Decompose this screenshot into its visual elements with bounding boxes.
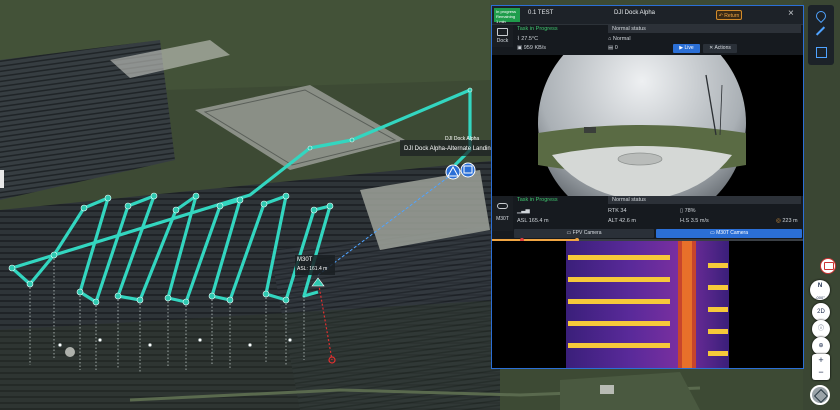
drone-device-label: M30T [496,216,509,222]
network-icon: ▣ [517,45,524,51]
device-panel: In progress Remaining 1 min 0.1 TEST DJI… [491,5,804,369]
battery-level: ▯ 78% [680,208,696,214]
alt-altitude: ALT 42.6 m [608,218,636,224]
view-2d-button[interactable]: 2D [812,303,830,321]
close-button[interactable]: × [788,8,794,20]
compass-north: N [817,283,823,289]
task-status-tag[interactable]: In progress Remaining 1 min [494,8,520,24]
annotation-button[interactable] [820,258,836,274]
dock-device-tile[interactable]: Dock [492,25,513,47]
distance-value: ◎ 223 m [776,218,798,224]
rtk-value: RTK 34 [608,208,627,214]
info-icon[interactable]: ⓘ [812,320,830,338]
dock-task-status: Task in Progress [517,26,558,32]
ruler-icon[interactable] [815,26,826,36]
dock-icon [497,28,508,36]
locate-icon[interactable]: ⊕ [812,337,830,355]
layers-button[interactable] [810,385,830,405]
drone-device-tile[interactable]: M30T [492,196,513,231]
signal-strength: ▁▃▅ [517,208,530,214]
dock-device-label: Dock [496,38,509,44]
map-tools [808,5,834,65]
area-icon[interactable] [816,47,827,58]
drone-normal-status: Normal status [612,197,646,203]
horizontal-speed: H.S 3.5 m/s [680,218,709,224]
dock-normal-status: Normal status [612,26,646,32]
dock-camera-feed[interactable] [492,19,803,227]
live-button[interactable]: ▶ Live [673,44,700,53]
dock-mode-value: ⌂ Normal [608,36,631,42]
zoom-in-button[interactable]: + [812,354,830,367]
m30t-camera-tab[interactable]: ▭ M30T Camera [656,229,802,238]
network-rate: ▣ 959 KB/s [517,45,547,51]
dock-title: DJI Dock Alpha [614,10,656,16]
thermal-image [566,241,729,368]
asl-altitude: ASL 165.4 m [517,218,549,224]
task-name: 0.1 TEST [528,10,554,16]
compass[interactable]: N -000° [810,280,830,300]
signal-icon: ▁▃▅ [517,208,530,214]
message-icon [824,262,834,270]
layers-icon [813,388,829,404]
fpv-camera-tab[interactable]: ▭ FPV Camera [514,229,654,238]
return-button[interactable]: ↶ Return [716,10,742,20]
actions-button[interactable]: ✕ Actions [703,44,737,53]
dock-map-label: DJI Dock Alpha [445,136,480,142]
drone-task-status: Task in Progress [517,197,558,203]
landing-site-label: DJI Dock Alpha-Alternate Landing S [404,146,500,152]
zoom-out-button[interactable]: − [812,367,830,380]
drone-map-label: M30T [297,257,313,263]
return-label: Return [724,13,740,19]
drone-icon [497,203,508,209]
storage-icon: ▤ [608,45,615,51]
drone-altitude-label: ASL: 161.4 m [297,266,328,272]
thermal-camera-feed[interactable] [492,241,803,368]
storage-count: ▤ 0 [608,45,618,51]
temperature-value: ⌇ 27.5°C [517,36,539,42]
panel-header: In progress Remaining 1 min 0.1 TEST DJI… [492,6,803,25]
compass-heading: -000° [815,295,825,300]
zoom-controls: + − [812,354,830,380]
fisheye-view [538,19,746,227]
pin-icon[interactable] [813,8,829,24]
